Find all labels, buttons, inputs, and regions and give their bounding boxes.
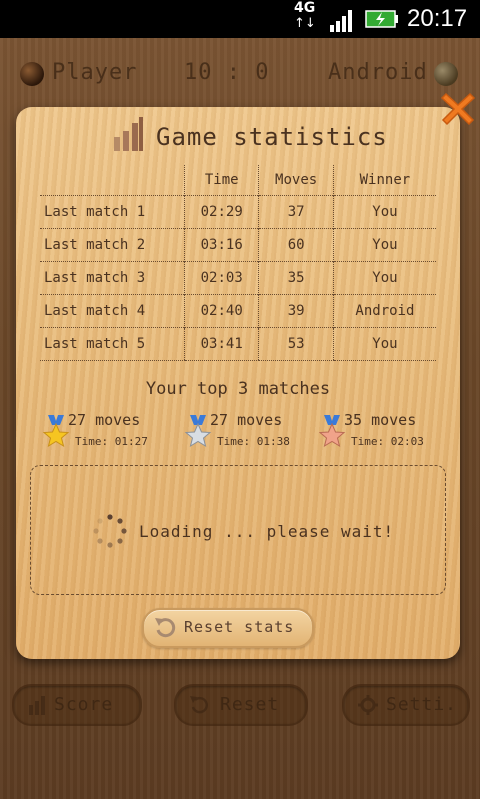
loading-panel: Loading ... please wait! [30,465,446,595]
table-row: Last match 1 02:29 37 You [40,195,436,229]
table-header-empty [40,165,185,196]
loading-message: Loading ... please wait! [139,522,395,541]
loading-spinner-icon [93,514,127,548]
table-header-winner: Winner [332,165,436,196]
top-match-moves: 27 moves [210,411,283,429]
score-button-label: Score [54,694,114,715]
table-header-moves: Moves [258,165,334,196]
gear-icon [358,695,378,715]
match-winner: Android [332,294,436,328]
match-label: Last match 3 [40,261,185,295]
silver-medal-icon [184,415,212,448]
player-piece-icon [20,62,44,86]
opponent-label: Android [328,60,428,85]
table-row: Last match 4 02:40 39 Android [40,294,436,328]
match-time: 03:41 [183,327,259,361]
table-row: Last match 5 03:41 53 You [40,327,436,361]
match-score: 10 : 0 [184,60,270,85]
bar-chart-icon [114,117,143,151]
match-label: Last match 1 [40,195,185,229]
table-header-row: Time Moves Winner [40,165,436,196]
stats-table: Time Moves Winner Last match 1 02:29 37 … [40,165,436,361]
match-winner: You [332,261,436,295]
settings-button[interactable]: Setti. [342,684,470,726]
battery-charging-icon [365,10,398,28]
undo-arrow-icon [155,618,176,638]
top-match-moves: 27 moves [68,411,141,429]
reset-stats-button[interactable]: Reset stats [142,608,314,648]
undo-arrow-icon [190,696,208,714]
top-match-time: Time: 01:27 [75,435,148,448]
bar-chart-icon [29,696,45,715]
match-moves: 39 [258,294,334,328]
status-bar: 4G ↑↓ 20:17 [0,0,480,38]
top-match-moves: 35 moves [344,411,417,429]
close-icon[interactable] [438,88,478,128]
match-label: Last match 5 [40,327,185,361]
top-matches-title: Your top 3 matches [145,379,331,399]
match-moves: 35 [258,261,334,295]
top-match-time: Time: 01:38 [217,435,290,448]
table-header-time: Time [183,165,259,196]
match-winner: You [332,327,436,361]
match-label: Last match 2 [40,228,185,262]
gold-medal-icon [42,415,70,448]
match-time: 02:29 [183,195,259,229]
match-time: 02:40 [183,294,259,328]
bronze-medal-icon [318,415,346,448]
match-winner: You [332,228,436,262]
dialog-title: Game statistics [156,123,388,151]
top-match-time: Time: 02:03 [351,435,424,448]
table-row: Last match 2 03:16 60 You [40,228,436,262]
match-moves: 53 [258,327,334,361]
signal-bars-icon [330,10,352,32]
reset-stats-label: Reset stats [184,618,295,636]
table-row: Last match 3 02:03 35 You [40,261,436,295]
network-type: 4G [294,0,316,16]
android-piece-icon [434,62,458,86]
reset-button-label: Reset [220,694,280,715]
match-winner: You [332,195,436,229]
top-match-item: 35 moves Time: 02:03 [318,409,458,455]
match-moves: 37 [258,195,334,229]
match-label: Last match 4 [40,294,185,328]
data-activity-icon: ↑↓ [294,16,316,31]
statistics-dialog: Game statistics Time Moves Winner Last m… [16,107,460,659]
match-moves: 60 [258,228,334,262]
match-time: 03:16 [183,228,259,262]
clock: 20:17 [407,5,468,32]
settings-button-label: Setti. [386,694,458,715]
score-button[interactable]: Score [12,684,142,726]
reset-button[interactable]: Reset [174,684,308,726]
player-label: Player [52,60,138,85]
top-match-item: 27 moves Time: 01:38 [184,409,324,455]
top-match-item: 27 moves Time: 01:27 [42,409,182,455]
match-time: 02:03 [183,261,259,295]
